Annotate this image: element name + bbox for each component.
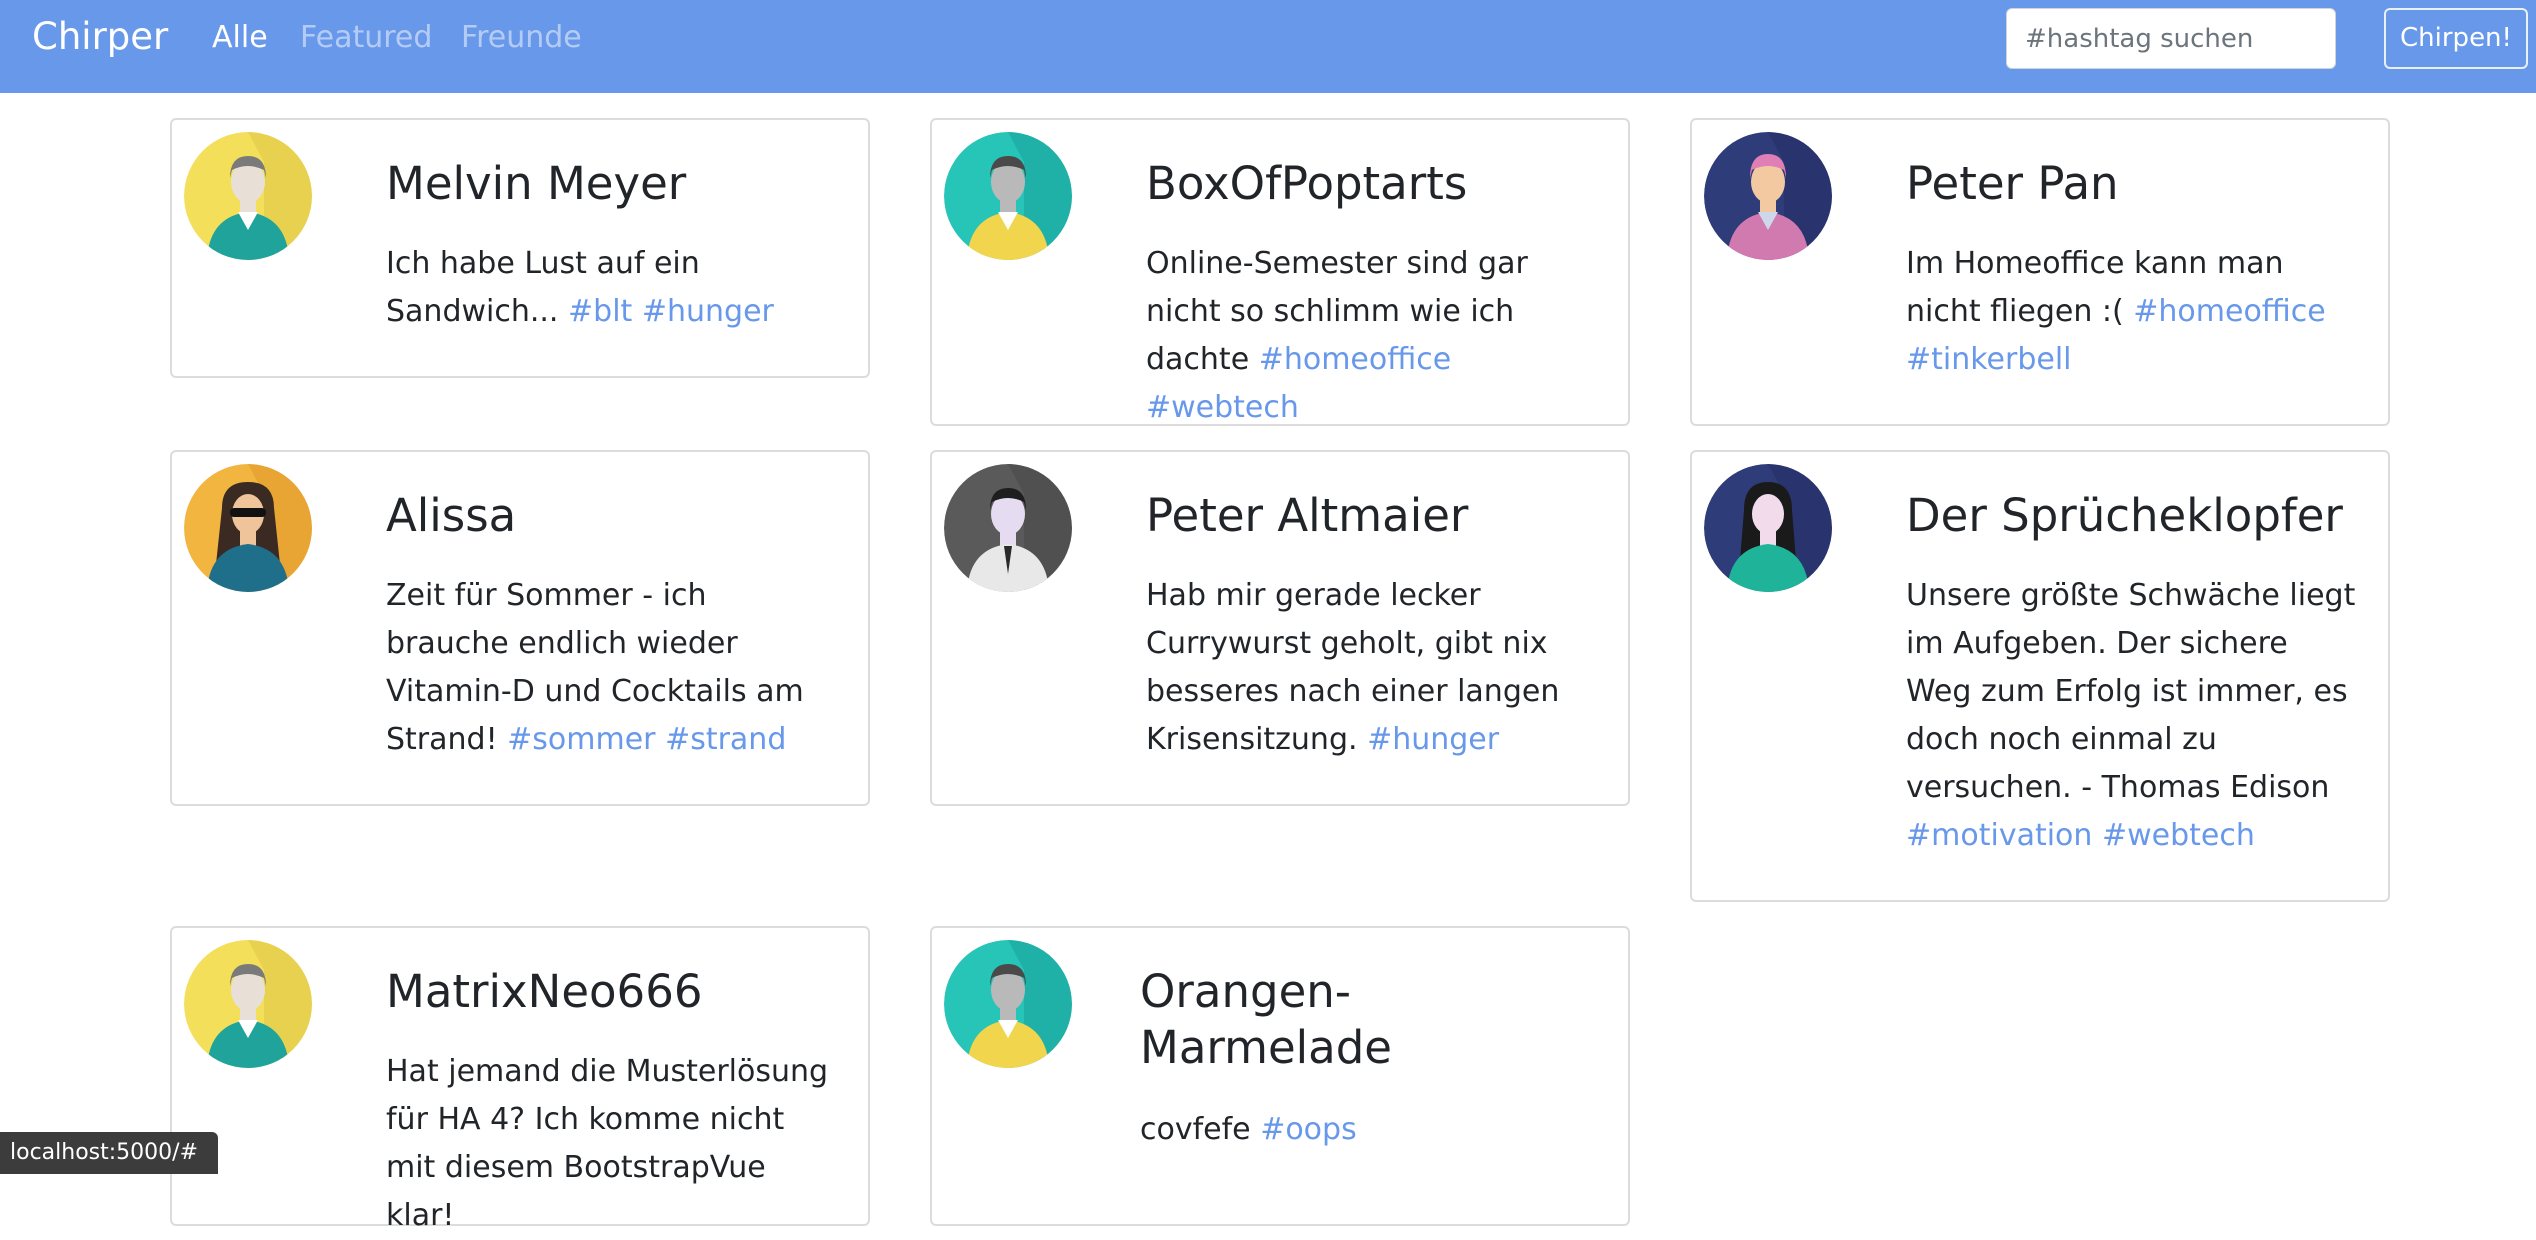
- man-navy-avatar-icon[interactable]: [1704, 132, 1832, 260]
- chirp-author[interactable]: Alissa: [386, 488, 856, 544]
- chirp-card: Alissa Zeit für Sommer - ich brauche end…: [170, 450, 870, 806]
- nav-link-alle[interactable]: Alle: [212, 18, 268, 58]
- chirpen-button[interactable]: Chirpen!: [2384, 8, 2528, 69]
- chirp-text: Online-Semester sind gar nicht so schlim…: [1146, 240, 1596, 432]
- chirp-card: Peter Altmaier Hab mir gerade lecker Cur…: [930, 450, 1630, 806]
- chirp-text: covfefe #oops: [1140, 1106, 1590, 1154]
- chirp-card: BoxOfPoptarts Online-Semester sind gar n…: [930, 118, 1630, 426]
- man-yellow-avatar-icon[interactable]: [184, 940, 312, 1068]
- chirp-text: Unsere größte Schwäche liegt im Aufgeben…: [1906, 572, 2356, 860]
- hashtag-link[interactable]: #oops: [1260, 1112, 1357, 1147]
- browser-status-url: localhost:5000/#: [0, 1132, 218, 1174]
- hashtag-link[interactable]: #sommer: [507, 722, 655, 757]
- hashtag-link[interactable]: #strand: [665, 722, 786, 757]
- hashtag-link[interactable]: #homeoffice: [2133, 294, 2326, 329]
- hashtag-link[interactable]: #hunger: [1367, 722, 1499, 757]
- chirp-author[interactable]: MatrixNeo666: [386, 964, 856, 1020]
- hashtag-link[interactable]: #hunger: [642, 294, 774, 329]
- chirp-card: Orangen-Marmelade covfefe #oops: [930, 926, 1630, 1226]
- chirp-card: Peter Pan Im Homeoffice kann man nicht f…: [1690, 118, 2390, 426]
- nav-link-featured[interactable]: Featured: [300, 18, 432, 58]
- chirp-author[interactable]: Melvin Meyer: [386, 156, 856, 212]
- hashtag-search-input[interactable]: [2006, 8, 2336, 69]
- chirp-card: Melvin Meyer Ich habe Lust auf ein Sandw…: [170, 118, 870, 378]
- hashtag-link[interactable]: #blt: [568, 294, 632, 329]
- chirp-author[interactable]: Orangen-Marmelade: [1140, 964, 1440, 1076]
- man-yellow-avatar-icon[interactable]: [184, 132, 312, 260]
- chirp-author[interactable]: Der Sprücheklopfer: [1906, 488, 2376, 544]
- woman-sunglasses-avatar-icon[interactable]: [184, 464, 312, 592]
- brand-logo[interactable]: Chirper: [32, 14, 168, 60]
- chirp-message: covfefe: [1140, 1112, 1251, 1147]
- man-teal-avatar-icon[interactable]: [944, 940, 1072, 1068]
- chirp-author[interactable]: BoxOfPoptarts: [1146, 156, 1616, 212]
- hashtag-link[interactable]: #motivation: [1906, 818, 2092, 853]
- chirp-author[interactable]: Peter Pan: [1906, 156, 2376, 212]
- chirp-message: Hat jemand die Musterlösung für HA 4? Ic…: [386, 1054, 829, 1233]
- chirp-text: Hab mir gerade lecker Currywurst geholt,…: [1146, 572, 1596, 764]
- hashtag-link[interactable]: #webtech: [1146, 390, 1299, 425]
- chirp-message: Unsere größte Schwäche liegt im Aufgeben…: [1906, 578, 2356, 805]
- man-teal-avatar-icon[interactable]: [944, 132, 1072, 260]
- hashtag-link[interactable]: #tinkerbell: [1906, 342, 2072, 377]
- man-grey-avatar-icon[interactable]: [944, 464, 1072, 592]
- chirp-card: MatrixNeo666 Hat jemand die Musterlösung…: [170, 926, 870, 1233]
- chirp-author[interactable]: Peter Altmaier: [1146, 488, 1616, 544]
- nav-link-freunde[interactable]: Freunde: [461, 18, 582, 58]
- hashtag-link[interactable]: #webtech: [2102, 818, 2255, 853]
- chirp-text: Im Homeoffice kann man nicht fliegen :( …: [1906, 240, 2356, 384]
- chirp-text: Hat jemand die Musterlösung für HA 4? Ic…: [386, 1048, 836, 1240]
- chirp-text: Ich habe Lust auf ein Sandwich... #blt #…: [386, 240, 836, 336]
- woman-navy-avatar-icon[interactable]: [1704, 464, 1832, 592]
- chirp-card: Der Sprücheklopfer Unsere größte Schwäch…: [1690, 450, 2390, 902]
- hashtag-link[interactable]: #homeoffice: [1259, 342, 1452, 377]
- chirp-text: Zeit für Sommer - ich brauche endlich wi…: [386, 572, 836, 764]
- navbar: Chirper Alle Featured Freunde Chirpen!: [0, 0, 2536, 93]
